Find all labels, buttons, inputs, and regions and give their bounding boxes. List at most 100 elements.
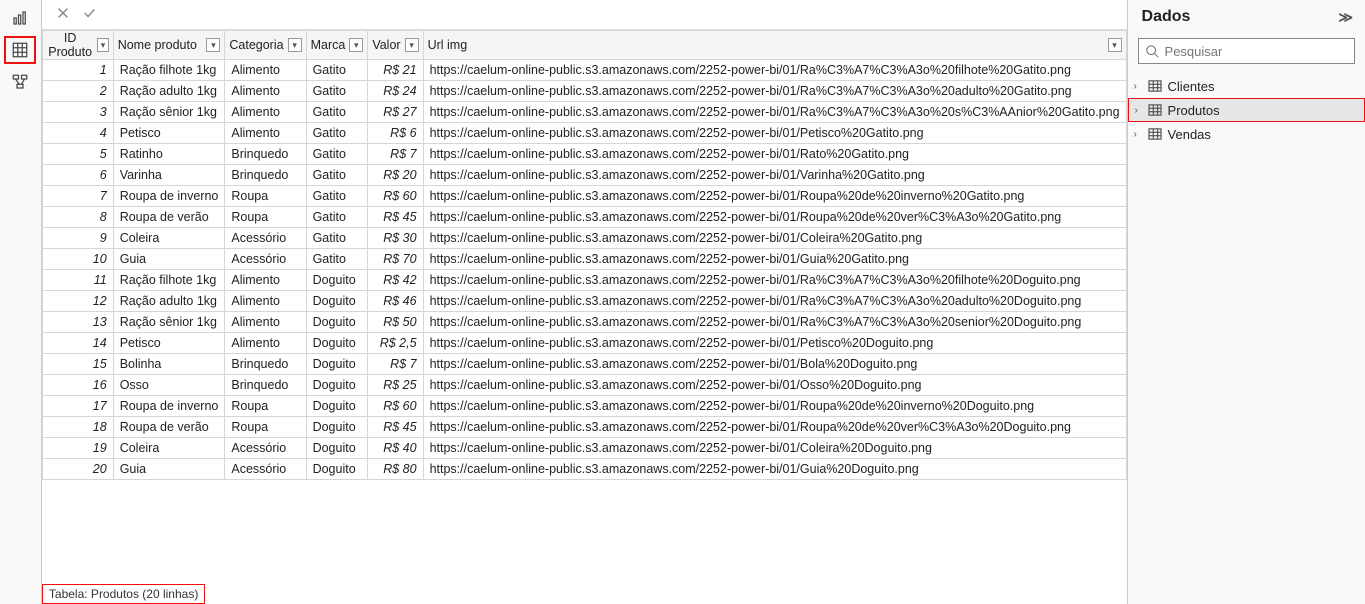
cell-nome[interactable]: Guia (113, 459, 225, 480)
cell-url[interactable]: https://caelum-online-public.s3.amazonaw… (423, 396, 1126, 417)
cell-id[interactable]: 9 (42, 228, 113, 249)
cell-url[interactable]: https://caelum-online-public.s3.amazonaw… (423, 375, 1126, 396)
cell-id[interactable]: 19 (42, 438, 113, 459)
table-row[interactable]: 19ColeiraAcessórioDoguitoR$ 40https://ca… (42, 438, 1126, 459)
cell-marca[interactable]: Gatito (306, 81, 368, 102)
cell-valor[interactable]: R$ 50 (368, 312, 423, 333)
cell-marca[interactable]: Doguito (306, 270, 368, 291)
cell-id[interactable]: 17 (42, 396, 113, 417)
cell-valor[interactable]: R$ 70 (368, 249, 423, 270)
cell-url[interactable]: https://caelum-online-public.s3.amazonaw… (423, 354, 1126, 375)
fields-table-produtos[interactable]: ›Produtos (1128, 98, 1365, 122)
cell-marca[interactable]: Doguito (306, 459, 368, 480)
table-row[interactable]: 5RatinhoBrinquedoGatitoR$ 7https://caelu… (42, 144, 1126, 165)
column-filter-dropdown[interactable]: ▾ (288, 38, 302, 52)
cell-url[interactable]: https://caelum-online-public.s3.amazonaw… (423, 333, 1126, 354)
cell-cat[interactable]: Alimento (225, 81, 306, 102)
table-row[interactable]: 20GuiaAcessórioDoguitoR$ 80https://caelu… (42, 459, 1126, 480)
cell-cat[interactable]: Acessório (225, 438, 306, 459)
cell-nome[interactable]: Bolinha (113, 354, 225, 375)
data-grid[interactable]: ID Produto▾Nome produto▾Categoria▾Marca▾… (42, 30, 1127, 604)
table-row[interactable]: 10GuiaAcessórioGatitoR$ 70https://caelum… (42, 249, 1126, 270)
cell-id[interactable]: 5 (42, 144, 113, 165)
table-row[interactable]: 16OssoBrinquedoDoguitoR$ 25https://caelu… (42, 375, 1126, 396)
cell-url[interactable]: https://caelum-online-public.s3.amazonaw… (423, 144, 1126, 165)
cell-nome[interactable]: Petisco (113, 333, 225, 354)
cell-cat[interactable]: Alimento (225, 102, 306, 123)
fields-table-vendas[interactable]: ›Vendas (1128, 122, 1365, 146)
column-filter-dropdown[interactable]: ▾ (1108, 38, 1122, 52)
table-row[interactable]: 18Roupa de verãoRoupaDoguitoR$ 45https:/… (42, 417, 1126, 438)
column-filter-dropdown[interactable]: ▾ (405, 38, 419, 52)
fields-search[interactable] (1138, 38, 1355, 64)
column-header-nome[interactable]: Nome produto▾ (113, 31, 225, 60)
cell-url[interactable]: https://caelum-online-public.s3.amazonaw… (423, 123, 1126, 144)
cell-marca[interactable]: Doguito (306, 354, 368, 375)
cell-nome[interactable]: Roupa de inverno (113, 186, 225, 207)
cell-marca[interactable]: Gatito (306, 60, 368, 81)
table-row[interactable]: 1Ração filhote 1kgAlimentoGatitoR$ 21htt… (42, 60, 1126, 81)
cell-nome[interactable]: Ratinho (113, 144, 225, 165)
cell-marca[interactable]: Doguito (306, 417, 368, 438)
cell-id[interactable]: 11 (42, 270, 113, 291)
model-view-button[interactable] (4, 68, 36, 96)
cell-valor[interactable]: R$ 6 (368, 123, 423, 144)
cell-id[interactable]: 4 (42, 123, 113, 144)
cell-valor[interactable]: R$ 80 (368, 459, 423, 480)
cell-marca[interactable]: Gatito (306, 249, 368, 270)
cell-id[interactable]: 16 (42, 375, 113, 396)
cell-id[interactable]: 18 (42, 417, 113, 438)
cell-valor[interactable]: R$ 42 (368, 270, 423, 291)
cell-marca[interactable]: Doguito (306, 438, 368, 459)
cell-url[interactable]: https://caelum-online-public.s3.amazonaw… (423, 249, 1126, 270)
formula-commit-button[interactable] (82, 6, 96, 23)
cell-url[interactable]: https://caelum-online-public.s3.amazonaw… (423, 228, 1126, 249)
report-view-button[interactable] (4, 4, 36, 32)
table-row[interactable]: 3Ração sênior 1kgAlimentoGatitoR$ 27http… (42, 102, 1126, 123)
cell-cat[interactable]: Alimento (225, 333, 306, 354)
cell-marca[interactable]: Gatito (306, 102, 368, 123)
cell-valor[interactable]: R$ 25 (368, 375, 423, 396)
cell-cat[interactable]: Alimento (225, 312, 306, 333)
fields-search-input[interactable] (1165, 44, 1348, 59)
cell-url[interactable]: https://caelum-online-public.s3.amazonaw… (423, 417, 1126, 438)
table-row[interactable]: 4PetiscoAlimentoGatitoR$ 6https://caelum… (42, 123, 1126, 144)
cell-valor[interactable]: R$ 60 (368, 396, 423, 417)
cell-nome[interactable]: Ração filhote 1kg (113, 60, 225, 81)
table-row[interactable]: 14PetiscoAlimentoDoguitoR$ 2,5https://ca… (42, 333, 1126, 354)
cell-nome[interactable]: Guia (113, 249, 225, 270)
cell-id[interactable]: 14 (42, 333, 113, 354)
table-row[interactable]: 8Roupa de verãoRoupaGatitoR$ 45https://c… (42, 207, 1126, 228)
cell-cat[interactable]: Roupa (225, 207, 306, 228)
cell-nome[interactable]: Roupa de verão (113, 417, 225, 438)
cell-valor[interactable]: R$ 24 (368, 81, 423, 102)
cell-url[interactable]: https://caelum-online-public.s3.amazonaw… (423, 102, 1126, 123)
cell-nome[interactable]: Ração filhote 1kg (113, 270, 225, 291)
cell-cat[interactable]: Alimento (225, 270, 306, 291)
cell-id[interactable]: 7 (42, 186, 113, 207)
cell-cat[interactable]: Roupa (225, 417, 306, 438)
cell-url[interactable]: https://caelum-online-public.s3.amazonaw… (423, 312, 1126, 333)
cell-id[interactable]: 2 (42, 81, 113, 102)
cell-valor[interactable]: R$ 27 (368, 102, 423, 123)
column-header-id[interactable]: ID Produto▾ (42, 31, 113, 60)
cell-nome[interactable]: Ração sênior 1kg (113, 102, 225, 123)
cell-valor[interactable]: R$ 7 (368, 144, 423, 165)
cell-url[interactable]: https://caelum-online-public.s3.amazonaw… (423, 459, 1126, 480)
cell-cat[interactable]: Alimento (225, 291, 306, 312)
cell-cat[interactable]: Brinquedo (225, 354, 306, 375)
table-row[interactable]: 6VarinhaBrinquedoGatitoR$ 20https://cael… (42, 165, 1126, 186)
column-header-cat[interactable]: Categoria▾ (225, 31, 306, 60)
cell-marca[interactable]: Doguito (306, 375, 368, 396)
cell-valor[interactable]: R$ 60 (368, 186, 423, 207)
cell-nome[interactable]: Coleira (113, 438, 225, 459)
column-header-url[interactable]: Url img▾ (423, 31, 1126, 60)
cell-cat[interactable]: Roupa (225, 396, 306, 417)
column-header-marca[interactable]: Marca▾ (306, 31, 368, 60)
cell-url[interactable]: https://caelum-online-public.s3.amazonaw… (423, 165, 1126, 186)
cell-valor[interactable]: R$ 20 (368, 165, 423, 186)
column-filter-dropdown[interactable]: ▾ (349, 38, 363, 52)
cell-cat[interactable]: Brinquedo (225, 165, 306, 186)
cell-id[interactable]: 8 (42, 207, 113, 228)
cell-marca[interactable]: Gatito (306, 186, 368, 207)
